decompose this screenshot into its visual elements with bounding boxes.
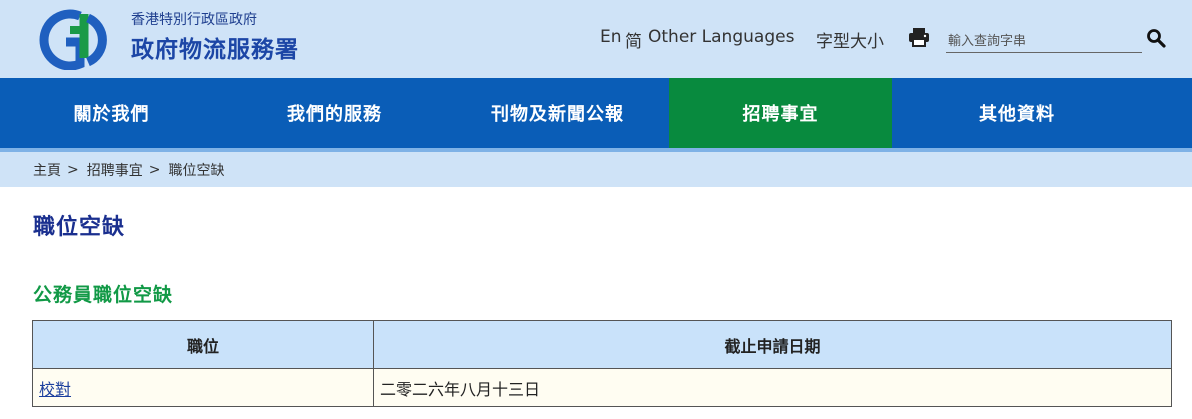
site-header: 香港特別行政區政府 政府物流服務署 En 简 Other Languages 字… [0, 0, 1192, 78]
table-row: 校對 二零二六年八月十三日 [32, 368, 1172, 407]
breadcrumb-recruitment[interactable]: 招聘事宜 [87, 160, 143, 180]
other-languages-link[interactable]: Other Languages [648, 27, 794, 47]
breadcrumb-current: 職位空缺 [168, 162, 225, 179]
ggd-logo-icon[interactable] [36, 8, 126, 70]
org-name-large[interactable]: 政府物流服務署 [131, 30, 299, 64]
nav-item-other-info[interactable]: 其他資料 [892, 78, 1142, 148]
page-title: 職位空缺 [33, 215, 126, 240]
column-header-position: 職位 [32, 320, 374, 369]
position-cell: 校對 [32, 368, 374, 407]
deadline-cell: 二零二六年八月十三日 [373, 368, 1172, 407]
org-name-small: 香港特別行政區政府 [131, 12, 257, 28]
nav-item-about[interactable]: 關於我們 [0, 78, 223, 148]
table-header-row: 職位 截止申請日期 [32, 320, 1172, 369]
breadcrumb-separator: > [67, 161, 79, 178]
breadcrumb-home[interactable]: 主頁 [33, 160, 61, 180]
printer-icon[interactable] [908, 27, 930, 47]
breadcrumb-separator: > [148, 161, 161, 178]
magnifier-icon[interactable] [1146, 28, 1166, 48]
nav-item-services[interactable]: 我們的服務 [223, 78, 446, 148]
nav-item-recruitment[interactable]: 招聘事宜 [669, 78, 892, 148]
font-size-link[interactable]: 字型大小 [816, 27, 884, 52]
vacancy-table: 職位 截止申請日期 校對 二零二六年八月十三日 [32, 320, 1172, 407]
nav-item-publications[interactable]: 刊物及新聞公報 [446, 78, 669, 148]
column-header-deadline: 截止申請日期 [373, 320, 1172, 369]
main-navigation: 關於我們 我們的服務 刊物及新聞公報 招聘事宜 其他資料 [0, 78, 1192, 148]
lang-simplified-chinese-link[interactable]: 简 [625, 27, 642, 52]
search-input[interactable] [946, 30, 1142, 53]
position-link[interactable]: 校對 [39, 380, 71, 399]
section-title: 公務員職位空缺 [33, 284, 174, 306]
lang-english-link[interactable]: En [600, 27, 622, 47]
breadcrumb: 主頁 > 招聘事宜 > 職位空缺 [0, 152, 1192, 187]
